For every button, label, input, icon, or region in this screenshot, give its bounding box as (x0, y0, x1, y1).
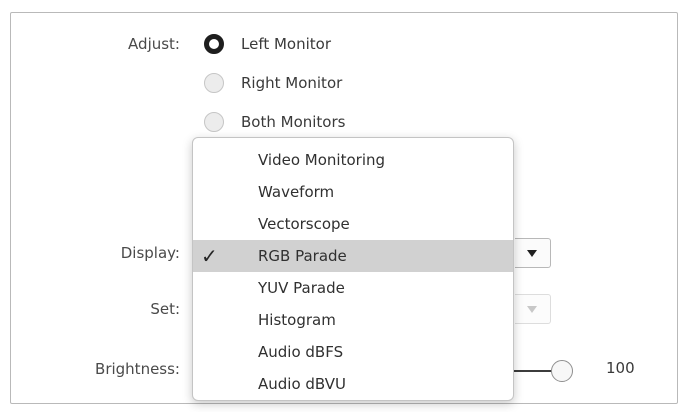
radio-right-monitor[interactable] (204, 73, 224, 93)
display-label: Display: (120, 244, 180, 262)
chevron-down-icon (527, 250, 537, 257)
menu-item-rgb-parade[interactable]: ✓ RGB Parade (193, 240, 513, 272)
display-dropdown-menu: Video Monitoring Waveform Vectorscope ✓ … (192, 137, 514, 401)
menu-item-waveform[interactable]: Waveform (193, 176, 513, 208)
menu-item-label: Audio dBVU (258, 375, 346, 393)
brightness-label: Brightness: (95, 360, 180, 378)
menu-item-audio-dbvu[interactable]: Audio dBVU (193, 368, 513, 400)
chevron-down-icon (527, 306, 537, 313)
brightness-slider-track[interactable] (510, 370, 554, 372)
menu-item-label: Vectorscope (258, 215, 350, 233)
menu-item-yuv-parade[interactable]: YUV Parade (193, 272, 513, 304)
radio-both-monitors[interactable] (204, 112, 224, 132)
menu-item-label: Histogram (258, 311, 336, 329)
set-label: Set: (150, 300, 180, 318)
menu-item-label: RGB Parade (258, 247, 347, 265)
menu-item-video-monitoring[interactable]: Video Monitoring (193, 144, 513, 176)
radio-left-monitor[interactable] (204, 34, 224, 54)
display-dropdown-button[interactable] (515, 238, 551, 268)
brightness-slider-thumb[interactable] (551, 360, 573, 382)
checkmark-icon: ✓ (201, 244, 218, 268)
brightness-value: 100 (606, 359, 635, 377)
menu-item-label: Waveform (258, 183, 335, 201)
radio-right-monitor-label[interactable]: Right Monitor (241, 74, 342, 92)
set-dropdown-button[interactable] (515, 294, 551, 324)
menu-item-label: YUV Parade (258, 279, 345, 297)
menu-item-label: Audio dBFS (258, 343, 344, 361)
menu-item-histogram[interactable]: Histogram (193, 304, 513, 336)
radio-both-monitors-label[interactable]: Both Monitors (241, 113, 345, 131)
menu-item-vectorscope[interactable]: Vectorscope (193, 208, 513, 240)
menu-item-audio-dbfs[interactable]: Audio dBFS (193, 336, 513, 368)
radio-left-monitor-label[interactable]: Left Monitor (241, 35, 331, 53)
adjust-label: Adjust: (128, 35, 180, 53)
menu-item-label: Video Monitoring (258, 151, 386, 169)
